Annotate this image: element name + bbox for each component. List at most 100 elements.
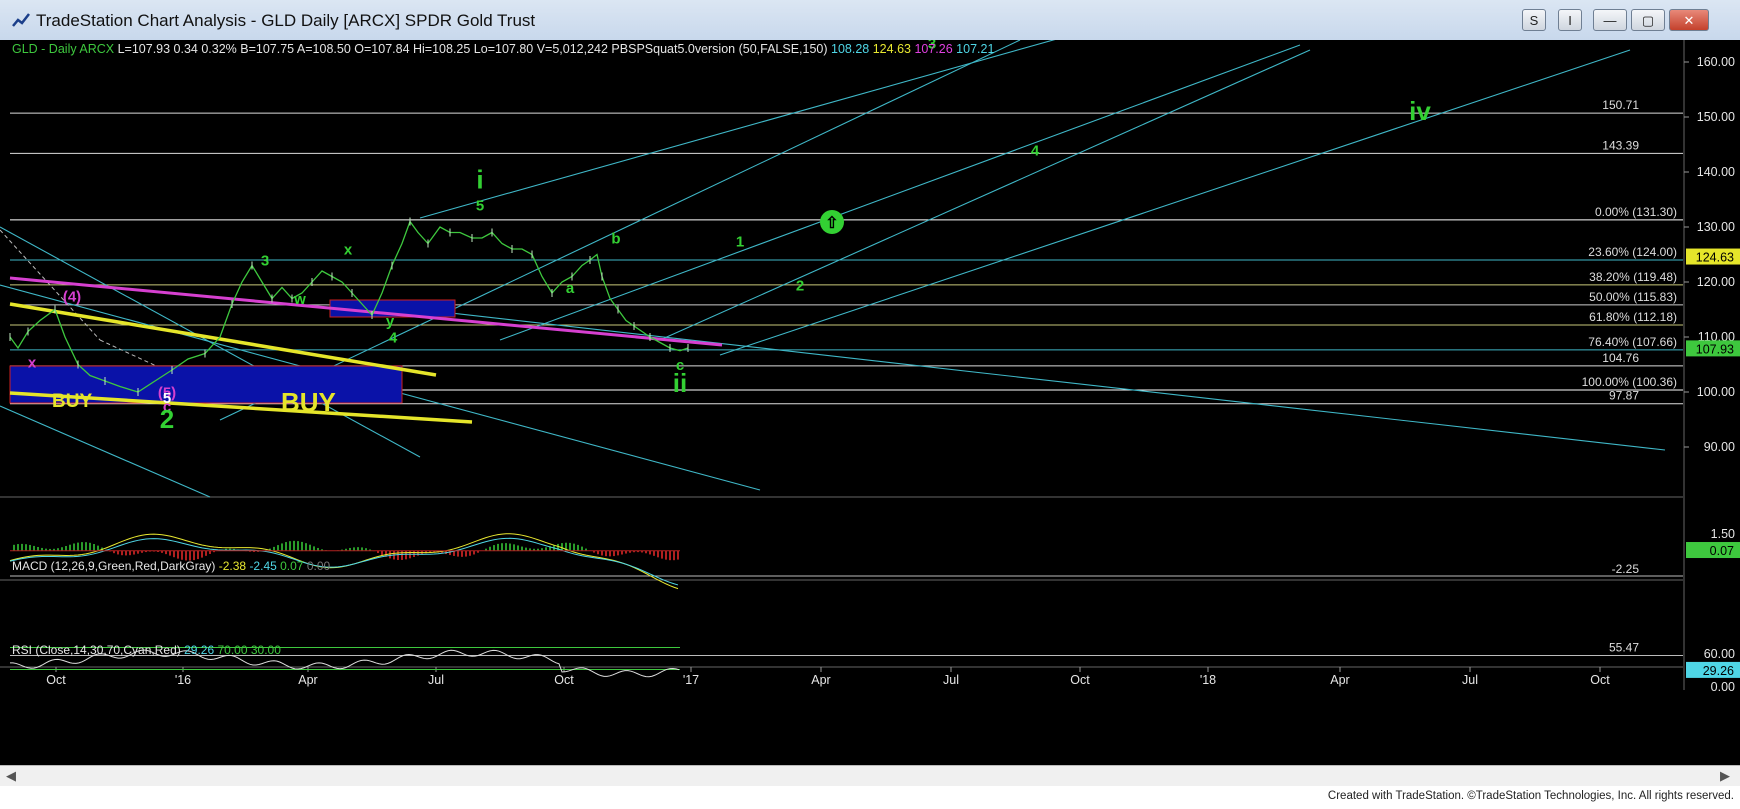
x-tick-label: Apr: [298, 673, 317, 687]
x-tick-label: Oct: [46, 673, 66, 687]
y-tick-label: 160.00: [1697, 55, 1735, 69]
fib-label: 50.00% (115.83): [1589, 290, 1677, 304]
chart-header: GLD - Daily ARCX L=107.93 0.34 0.32% B=1…: [12, 42, 994, 56]
target-arrow-glyph: ⇧: [825, 215, 838, 232]
s-button[interactable]: S: [1522, 9, 1546, 31]
magenta-trend-line: [9, 276, 723, 347]
wave-label: 4: [1031, 143, 1040, 160]
fib-label: 100.00% (100.36): [1582, 375, 1677, 389]
wave-label: iv: [1409, 96, 1431, 126]
x-tick-label: Jul: [428, 673, 444, 687]
marker-label: 124.63: [1696, 251, 1734, 265]
buy-label: BUY: [52, 391, 92, 412]
wave-label: w: [293, 291, 306, 308]
y-tick-label: 130.00: [1697, 220, 1735, 234]
y-tick-label: 120.00: [1697, 275, 1735, 289]
close-icon: ✕: [1683, 13, 1695, 28]
x-tick-label: Apr: [811, 673, 830, 687]
fib-label: 38.20% (119.48): [1589, 270, 1677, 284]
y-tick-label: 150.00: [1697, 110, 1735, 124]
close-button[interactable]: ✕: [1669, 9, 1709, 31]
rsi-y-label: 0.00: [1711, 680, 1735, 694]
y-tick-label: 100.00: [1697, 385, 1735, 399]
symbol-label: GLD - Daily ARCX: [12, 42, 118, 56]
macd-value: -2.45: [249, 559, 280, 573]
wave-label: i: [476, 165, 483, 195]
macd-y-label: 1.50: [1711, 527, 1735, 541]
wave-label: (4): [63, 288, 81, 305]
channel-line: [419, 40, 1056, 219]
level-label: 97.87: [1609, 389, 1639, 403]
indicator-value: 108.28: [831, 42, 873, 56]
wave-label: 5: [476, 198, 484, 215]
rsi-y-label: 60.00: [1704, 647, 1735, 661]
fib-label: 0.00% (131.30): [1595, 205, 1677, 219]
fib-label: 61.80% (112.18): [1589, 310, 1677, 324]
x-tick-label: '18: [1200, 673, 1216, 687]
chart-canvas[interactable]: 0.00% (131.30) 23.60% (124.00) 38.20% (119…: [0, 40, 1740, 765]
i-button[interactable]: I: [1558, 9, 1582, 31]
x-tick-label: Oct: [554, 673, 574, 687]
channel-line: [0, 405, 211, 498]
rsi-title: RSI (Close,14,30,70,Cyan,Red): [12, 643, 184, 657]
minimize-icon: —: [1603, 13, 1617, 28]
last-price-label: 107.93: [1696, 342, 1734, 356]
wave-label: 1: [736, 233, 744, 250]
x-tick-label: Oct: [1070, 673, 1090, 687]
macd-header: MACD (12,26,9,Green,Red,DarkGray) -2.38 …: [12, 559, 331, 573]
macd-value: 0.00: [307, 559, 331, 573]
rsi-value: 30.00: [251, 643, 281, 657]
fib-label: 23.60% (124.00): [1588, 245, 1677, 259]
level-label: 104.76: [1602, 351, 1639, 365]
level-label: 150.71: [1602, 98, 1639, 112]
macd-level-label: -2.25: [1612, 562, 1640, 576]
rsi-value: 70.00: [217, 643, 250, 657]
indicator-value: 107.26: [914, 42, 956, 56]
scroll-right-icon[interactable]: ▶: [1720, 768, 1730, 784]
wave-label: 2: [796, 277, 804, 294]
channel-line: [659, 49, 1311, 341]
horizontal-scrollbar[interactable]: ◀ ▶: [0, 765, 1740, 787]
window-title: TradeStation Chart Analysis - GLD Daily …: [36, 11, 536, 30]
level-label: 143.39: [1602, 138, 1639, 152]
buy-label: BUY: [281, 387, 336, 417]
wave-label: 4: [389, 330, 398, 347]
wave-label: ii: [673, 368, 687, 398]
copyright-text: Created with TradeStation. ©TradeStation…: [1327, 790, 1734, 802]
wave-label: x: [344, 242, 353, 259]
y-tick-label: 140.00: [1697, 165, 1735, 179]
wave-label: b: [611, 231, 620, 248]
channel-line: [499, 44, 1301, 341]
x-tick-label: Apr: [1330, 673, 1349, 687]
channel-line: [379, 304, 1666, 451]
fib-label: 76.40% (107.66): [1588, 335, 1677, 349]
rsi-value: 29.26: [184, 643, 217, 657]
scroll-left-icon[interactable]: ◀: [6, 768, 16, 784]
wave-label: a: [566, 280, 575, 297]
chart-area[interactable]: 0.00% (131.30) 23.60% (124.00) 38.20% (119…: [0, 40, 1740, 765]
x-tick-label: Jul: [1462, 673, 1478, 687]
wave-label: 2: [160, 404, 174, 434]
window-titlebar: TradeStation Chart Analysis - GLD Daily …: [0, 0, 1740, 41]
indicator-value: 124.63: [873, 42, 915, 56]
wave-label: 3: [261, 253, 269, 270]
indicator-value: 107.21: [956, 42, 994, 56]
wave-label: x: [28, 354, 37, 371]
quote-label: L=107.93 0.34 0.32% B=107.75 A=108.50 O=…: [118, 42, 831, 56]
x-tick-label: Oct: [1590, 673, 1610, 687]
maximize-button[interactable]: ▢: [1631, 9, 1665, 31]
x-tick-label: Jul: [943, 673, 959, 687]
tradestation-app-icon: [12, 13, 30, 27]
rsi-level-label: 55.47: [1609, 640, 1639, 654]
rsi-last-label: 29.26: [1703, 664, 1734, 678]
y-tick-label: 90.00: [1704, 440, 1735, 454]
footer: Created with TradeStation. ©TradeStation…: [0, 786, 1740, 809]
maximize-icon: ▢: [1641, 13, 1655, 28]
macd-title: MACD (12,26,9,Green,Red,DarkGray): [12, 559, 219, 573]
rsi-header: RSI (Close,14,30,70,Cyan,Red) 29.26 70.0…: [12, 643, 281, 657]
macd-value: 0.07: [280, 559, 307, 573]
macd-last-label: 0.07: [1710, 544, 1734, 558]
minimize-button[interactable]: —: [1593, 9, 1627, 31]
wave-label: y: [386, 313, 395, 330]
x-tick-label: '17: [683, 673, 699, 687]
